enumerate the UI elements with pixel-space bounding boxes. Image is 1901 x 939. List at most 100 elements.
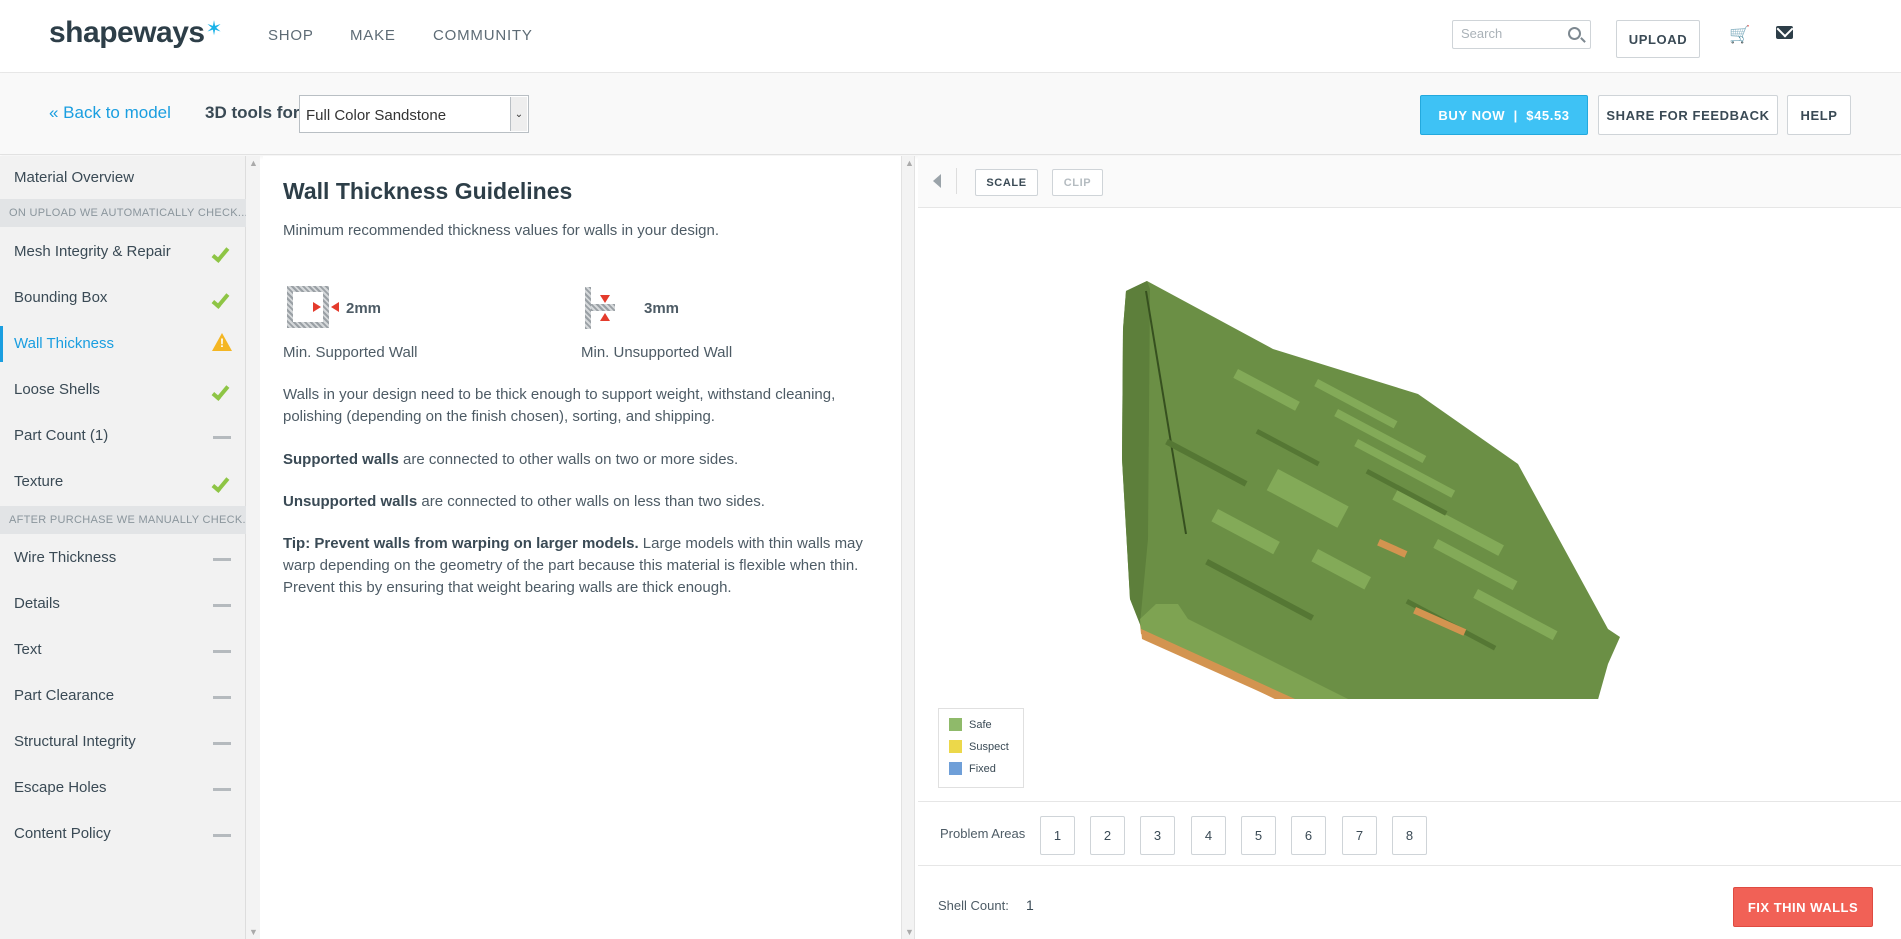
tip-paragraph: Tip: Prevent walls from warping on large… [283,535,863,596]
warning-icon [212,333,232,351]
tools-for-label: 3D tools for [205,103,300,122]
check-icon [211,244,230,263]
nav-make[interactable]: MAKE [350,27,396,44]
sidebar-item-label: Text [14,641,42,658]
content-scrollbar[interactable]: ▲ ▼ [901,156,915,939]
sidebar-item-loose-shells[interactable]: Loose Shells [0,368,246,412]
upload-button[interactable]: UPLOAD [1616,20,1700,58]
dash-icon [213,696,231,699]
search-box[interactable] [1452,20,1591,49]
sidebar-item-text[interactable]: Text [0,628,246,672]
supported-wall-value: 2mm [346,300,382,317]
sidebar-scrollbar[interactable]: ▲ ▼ [246,156,260,939]
sidebar-item-details[interactable]: Details [0,582,246,626]
scale-button[interactable]: SCALE [975,169,1038,196]
3d-model-render[interactable] [918,209,1901,699]
shapeways-logo[interactable]: shapeways✶ [49,16,222,50]
intro-text: Minimum recommended thickness values for… [283,222,720,239]
legend-safe: Safe [949,718,992,731]
scroll-down-icon[interactable]: ▼ [905,927,914,937]
legend-swatch [949,740,962,753]
problem-area-button[interactable]: 3 [1140,816,1175,855]
problem-area-button[interactable]: 7 [1342,816,1377,855]
sidebar-item-bounding-box[interactable]: Bounding Box [0,276,246,320]
cart-icon[interactable]: 🛒 [1729,25,1750,45]
color-legend: Safe Suspect Fixed [938,708,1024,788]
sidebar-item-label: Part Count (1) [14,427,109,444]
scroll-up-icon[interactable]: ▲ [905,158,914,168]
sidebar-item-label: Content Policy [14,825,111,842]
checks-sidebar: Material Overview ON UPLOAD WE AUTOMATIC… [0,156,252,939]
sidebar-item-material-overview[interactable]: Material Overview [0,156,246,200]
top-nav: shapeways✶ SHOP MAKE COMMUNITY UPLOAD 🛒 [0,0,1901,73]
search-icon[interactable] [1568,27,1581,40]
arrow-down-icon [600,295,610,303]
clip-button[interactable]: CLIP [1052,169,1103,196]
sidebar-item-structural-integrity[interactable]: Structural Integrity [0,720,246,764]
unsupported-wall-value: 3mm [644,300,680,317]
material-select-value: Full Color Sandstone [306,107,447,124]
shell-count-value: 1 [1026,897,1034,913]
sidebar-item-label: Wall Thickness [14,335,115,352]
dash-icon [213,788,231,791]
logo-star-icon: ✶ [205,18,223,40]
unsupported-paragraph: Unsupported walls are connected to other… [283,493,765,510]
nav-shop[interactable]: SHOP [268,27,314,44]
sidebar-item-label: Loose Shells [14,381,100,398]
fix-thin-walls-button[interactable]: FIX THIN WALLS [1733,887,1873,927]
search-input[interactable] [1461,26,1561,41]
dash-icon [213,558,231,561]
arrow-left-icon [331,302,339,312]
back-to-model-link[interactable]: « Back to model [49,103,171,123]
check-icon [211,474,230,493]
mail-icon[interactable] [1776,26,1793,39]
material-select[interactable]: Full Color Sandstone ⌄ [299,95,529,133]
supported-wall-icon [287,286,329,328]
sidebar-item-part-count[interactable]: Part Count (1) [0,414,246,458]
unsupported-wall-caption: Min. Unsupported Wall [581,344,733,361]
toolbar-divider [956,168,957,194]
problem-area-button[interactable]: 8 [1392,816,1427,855]
share-feedback-button[interactable]: SHARE FOR FEEDBACK [1598,95,1778,135]
sidebar-item-wall-thickness[interactable]: Wall Thickness [0,322,246,366]
check-icon [211,290,230,309]
legend-suspect: Suspect [949,740,1009,753]
problem-areas-bar: Problem Areas 1 2 3 4 5 6 7 8 [918,801,1901,866]
arrow-up-icon [600,313,610,321]
sidebar-item-content-policy[interactable]: Content Policy [0,812,246,856]
scroll-up-icon[interactable]: ▲ [249,158,258,168]
chevron-down-icon[interactable]: ⌄ [510,97,527,131]
dash-icon [213,834,231,837]
problem-area-button[interactable]: 4 [1191,816,1226,855]
legend-fixed: Fixed [949,762,996,775]
problem-area-button[interactable]: 6 [1291,816,1326,855]
shell-count-label: Shell Count: [938,898,1009,913]
problem-area-button[interactable]: 1 [1040,816,1075,855]
sidebar-item-label: Material Overview [14,169,135,186]
help-button[interactable]: HELP [1787,95,1851,135]
buy-now-button[interactable]: BUY NOW | $45.53 [1420,95,1588,135]
legend-swatch [949,762,962,775]
walls-paragraph: Walls in your design need to be thick en… [283,386,836,425]
page-title: Wall Thickness Guidelines [283,178,573,204]
sidebar-item-label: Texture [14,473,64,490]
sidebar-item-escape-holes[interactable]: Escape Holes [0,766,246,810]
auto-check-header: ON UPLOAD WE AUTOMATICALLY CHECK... [0,199,248,227]
sidebar-item-mesh-integrity[interactable]: Mesh Integrity & Repair [0,230,246,274]
guideline-content: Wall Thickness Guidelines Minimum recomm… [263,156,901,939]
viewer-toolbar: SCALE CLIP [918,156,1901,208]
scroll-down-icon[interactable]: ▼ [249,927,258,937]
sidebar-item-texture[interactable]: Texture [0,460,246,504]
sidebar-item-wire-thickness[interactable]: Wire Thickness [0,536,246,580]
nav-community[interactable]: COMMUNITY [433,27,533,44]
problem-area-button[interactable]: 2 [1090,816,1125,855]
sidebar-item-part-clearance[interactable]: Part Clearance [0,674,246,718]
sidebar-item-label: Mesh Integrity & Repair [14,243,171,260]
dash-icon [213,436,231,439]
sidebar-item-label: Bounding Box [14,289,108,306]
collapse-panel-icon[interactable] [933,174,941,188]
manual-check-header: AFTER PURCHASE WE MANUALLY CHECK... [0,506,252,534]
legend-swatch [949,718,962,731]
arrow-right-icon [313,302,321,312]
problem-area-button[interactable]: 5 [1241,816,1276,855]
